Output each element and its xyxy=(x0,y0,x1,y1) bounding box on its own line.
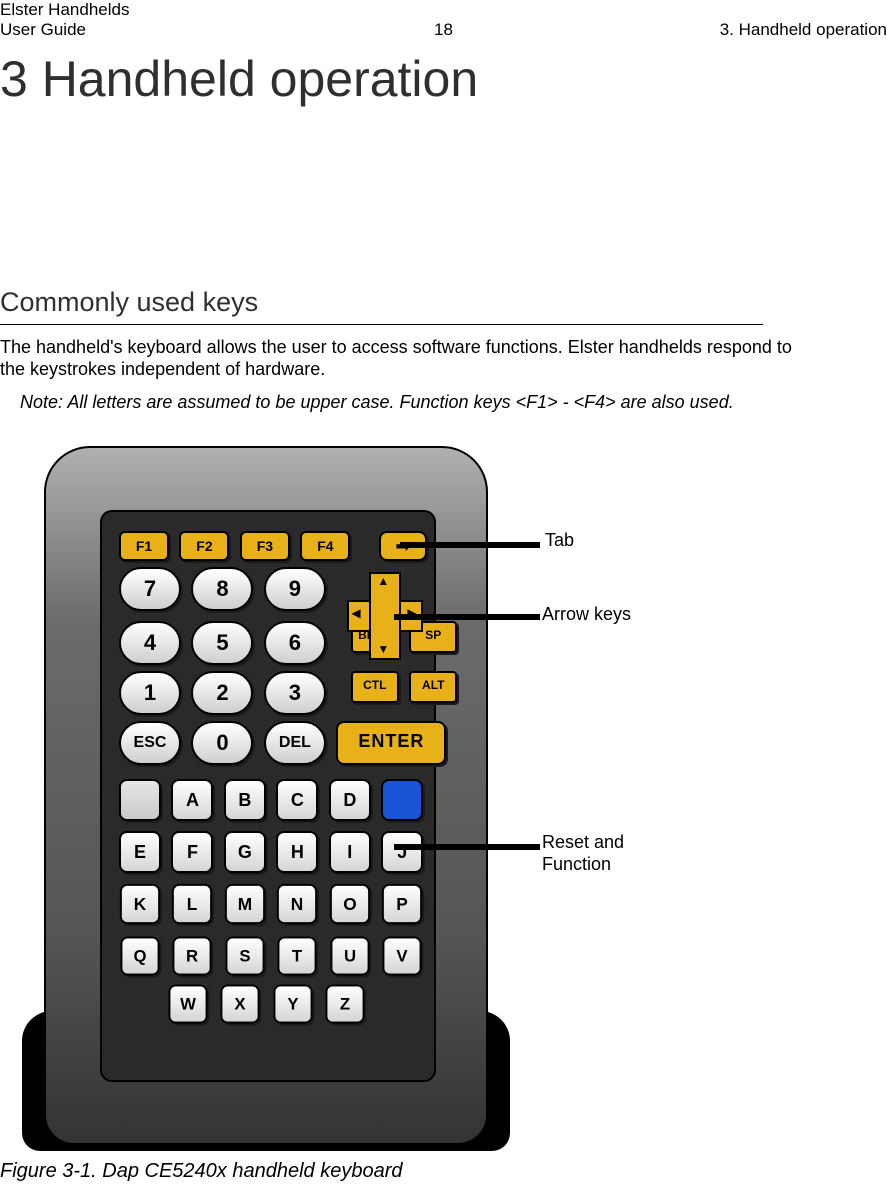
key-1: 1 xyxy=(119,671,181,715)
key-f3: F3 xyxy=(240,531,290,561)
key-m: M xyxy=(225,884,265,924)
key-reset-function xyxy=(381,779,423,821)
callout-label-tab: Tab xyxy=(545,530,574,551)
key-e: E xyxy=(119,831,161,873)
section-title: Commonly used keys xyxy=(0,287,258,318)
key-n: N xyxy=(277,884,317,924)
header-product: Elster Handhelds xyxy=(0,0,129,20)
key-j: J xyxy=(381,831,423,873)
key-f1: F1 xyxy=(119,531,169,561)
key-h: H xyxy=(276,831,318,873)
callout-line-tab xyxy=(400,542,540,548)
key-del: DEL xyxy=(264,721,326,765)
key-f2: F2 xyxy=(179,531,229,561)
arrow-up-icon: ▲ xyxy=(377,574,389,588)
callout-label-reset2: Function xyxy=(542,854,611,875)
section-underline xyxy=(0,324,763,325)
key-9: 9 xyxy=(264,567,326,611)
key-q: Q xyxy=(120,936,159,975)
key-blank xyxy=(119,779,161,821)
key-7: 7 xyxy=(119,567,181,611)
callout-line-arrows xyxy=(394,614,540,620)
key-z: Z xyxy=(326,984,365,1023)
key-o: O xyxy=(330,884,370,924)
key-6: 6 xyxy=(264,621,326,665)
key-enter: ENTER xyxy=(336,721,446,765)
key-8: 8 xyxy=(191,567,253,611)
note-text: Note: All letters are assumed to be uppe… xyxy=(20,392,734,413)
key-d: D xyxy=(329,779,371,821)
key-esc: ESC xyxy=(119,721,181,765)
figure-device: F1 F2 F3 F4 ➟ 7 8 9 ▲ ▼ ◀ ▶ xyxy=(44,446,488,1145)
key-f: F xyxy=(171,831,213,873)
key-x: X xyxy=(221,984,260,1023)
key-t: T xyxy=(278,936,317,975)
arrow-left-icon: ◀ xyxy=(351,606,360,620)
body-paragraph: The handheld's keyboard allows the user … xyxy=(0,336,800,380)
callout-line-reset xyxy=(394,844,540,850)
header-section: 3. Handheld operation xyxy=(720,20,887,40)
key-0: 0 xyxy=(191,721,253,765)
arrow-down-icon: ▼ xyxy=(377,642,389,656)
key-2: 2 xyxy=(191,671,253,715)
key-alt: ALT xyxy=(409,671,457,703)
key-y: Y xyxy=(273,984,312,1023)
key-u: U xyxy=(330,936,369,975)
figure-caption: Figure 3-1. Dap CE5240x handheld keyboar… xyxy=(0,1160,402,1183)
key-w: W xyxy=(168,984,207,1023)
callout-label-reset1: Reset and xyxy=(542,832,624,853)
key-4: 4 xyxy=(119,621,181,665)
key-5: 5 xyxy=(191,621,253,665)
key-ctl: CTL xyxy=(351,671,399,703)
key-k: K xyxy=(120,884,160,924)
key-l: L xyxy=(172,884,212,924)
key-i: I xyxy=(329,831,371,873)
callout-label-arrows: Arrow keys xyxy=(542,604,631,625)
key-r: R xyxy=(173,936,212,975)
key-f4: F4 xyxy=(300,531,350,561)
key-s: S xyxy=(225,936,264,975)
key-p: P xyxy=(382,884,422,924)
key-3: 3 xyxy=(264,671,326,715)
key-b: B xyxy=(224,779,266,821)
key-g: G xyxy=(224,831,266,873)
key-v: V xyxy=(383,936,422,975)
keyboard: F1 F2 F3 F4 ➟ 7 8 9 ▲ ▼ ◀ ▶ xyxy=(116,528,416,1016)
key-c: C xyxy=(276,779,318,821)
chapter-title: 3 Handheld operation xyxy=(0,50,478,108)
key-a: A xyxy=(171,779,213,821)
